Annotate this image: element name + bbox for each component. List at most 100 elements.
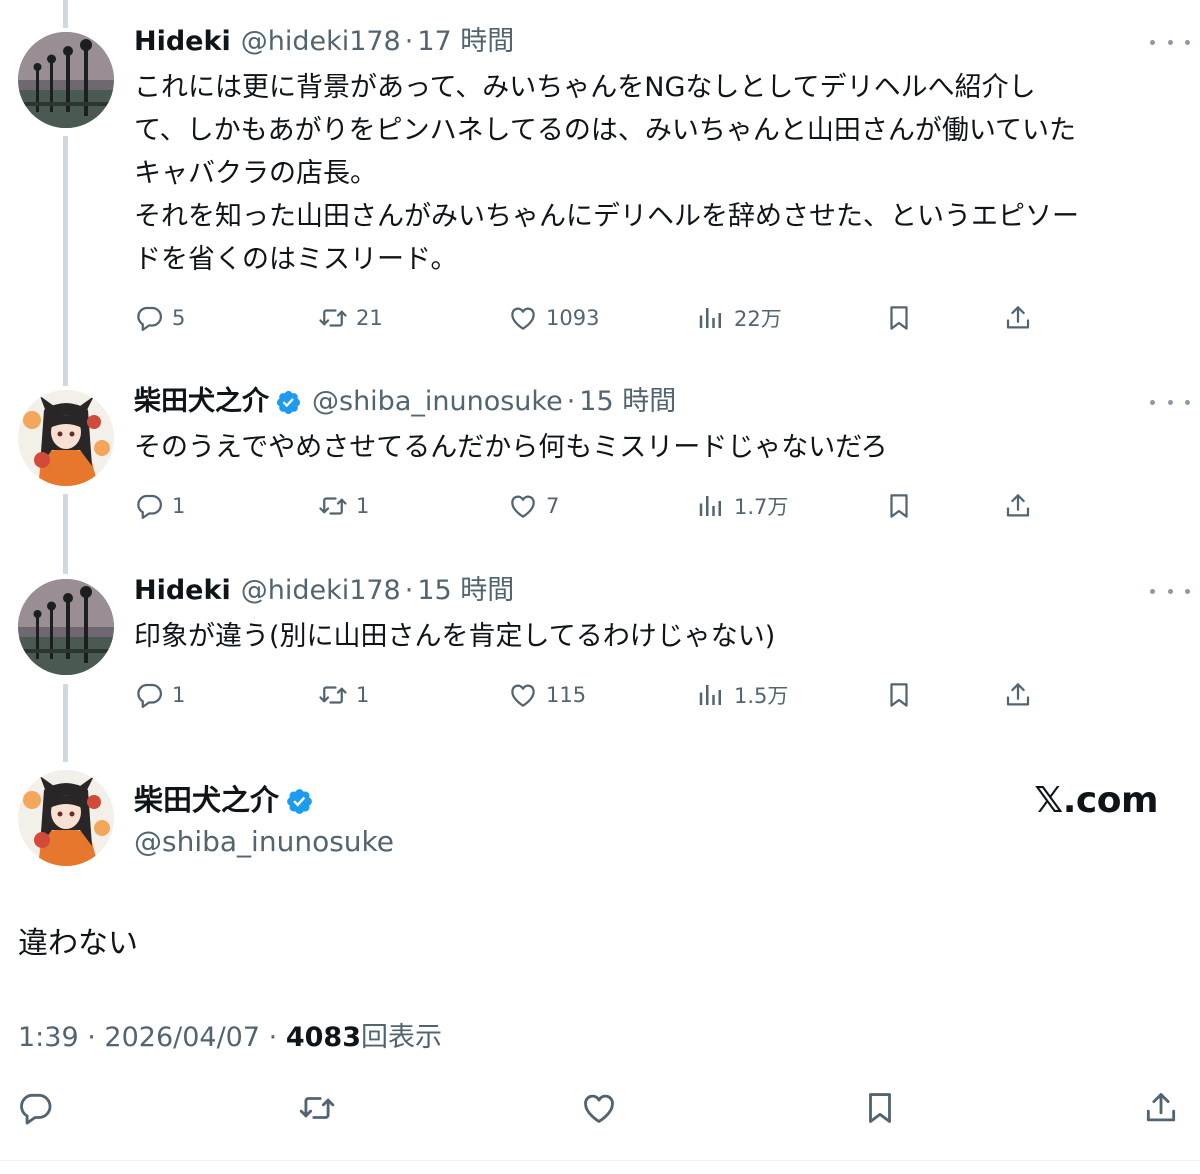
separator-dot: · <box>87 1022 96 1053</box>
like-button[interactable]: 115 <box>508 675 586 715</box>
reply-count: 5 <box>172 306 186 330</box>
views-icon <box>699 685 721 705</box>
timestamp[interactable]: 15 時間 <box>417 573 514 609</box>
post-date[interactable]: 2026/04/07 <box>104 1022 260 1053</box>
separator-dot: · <box>404 26 414 57</box>
like-icon <box>511 495 535 518</box>
bookmark-icon <box>890 683 908 707</box>
bookmark-icon <box>869 1093 891 1123</box>
tweet-meta: 1:39 · 2026/04/07 · 4083回表示 <box>18 1018 442 1058</box>
repost-button[interactable]: 21 <box>318 298 383 338</box>
share-button[interactable] <box>1003 675 1033 715</box>
reply-count: 1 <box>172 683 186 707</box>
bookmark-icon <box>890 494 908 518</box>
like-icon <box>511 307 535 330</box>
share-button[interactable] <box>1003 486 1033 526</box>
views-count: 1.7万 <box>734 495 789 519</box>
x-com-brand: 𝕏.com <box>1034 780 1158 821</box>
main-display-name[interactable]: 柴田犬之介 <box>134 780 279 820</box>
like-count: 7 <box>546 494 560 518</box>
display-name[interactable]: 柴田犬之介 <box>134 384 269 420</box>
tweet-text: これには更に背景があって、みいちゃんをNGなしとしてデリヘルへ紹介し て、しかも… <box>134 72 1079 275</box>
repost-count: 1 <box>356 494 370 518</box>
like-button[interactable] <box>580 1088 618 1128</box>
action-bar: 1 1 115 1.5万 <box>0 675 1040 715</box>
username[interactable]: @hideki178 <box>241 573 401 609</box>
repost-icon <box>319 686 347 704</box>
repost-button[interactable] <box>298 1088 336 1128</box>
main-action-bar <box>0 1088 1200 1132</box>
more-icon[interactable] <box>1150 32 1190 52</box>
reply-tweet[interactable]: Hideki @hideki178 · 15 時間 印象が違う(別に山田さんを肯… <box>0 573 1200 733</box>
display-name[interactable]: Hideki <box>134 573 231 609</box>
main-username[interactable]: @shiba_inunosuke <box>134 822 394 862</box>
tweet-thread-page: Hideki @hideki178 · 17 時間 これには更に背景があって、み… <box>0 0 1200 1174</box>
bookmark-icon <box>890 306 908 330</box>
more-icon[interactable] <box>1150 392 1190 412</box>
reply-tweet[interactable]: Hideki @hideki178 · 17 時間 これには更に背景があって、み… <box>0 24 1200 354</box>
avatar[interactable] <box>18 390 114 486</box>
bookmark-button[interactable] <box>884 298 914 338</box>
share-button[interactable] <box>1142 1088 1180 1128</box>
avatar[interactable] <box>18 32 114 128</box>
views-button[interactable]: 22万 <box>696 298 782 338</box>
username[interactable]: @hideki178 <box>241 24 401 60</box>
like-icon <box>584 1094 614 1123</box>
timestamp[interactable]: 17 時間 <box>417 24 514 60</box>
reply-icon <box>137 683 162 708</box>
views-icon <box>699 308 721 328</box>
repost-button[interactable]: 1 <box>318 675 369 715</box>
more-icon[interactable] <box>1150 581 1190 601</box>
main-avatar[interactable] <box>18 770 114 866</box>
view-label: 回表示 <box>360 1022 442 1053</box>
reply-button[interactable] <box>16 1088 54 1128</box>
views-button[interactable]: 1.5万 <box>696 675 788 715</box>
views-button[interactable]: 1.7万 <box>696 486 788 526</box>
repost-icon <box>319 309 347 327</box>
views-icon <box>699 496 721 516</box>
like-icon <box>511 684 535 707</box>
like-button[interactable]: 7 <box>508 486 559 526</box>
repost-count: 21 <box>356 306 383 330</box>
bookmark-button[interactable] <box>884 486 914 526</box>
share-icon <box>1006 306 1030 329</box>
tweet-text: 印象が違う(別に山田さんを肯定してるわけじゃない) <box>134 621 776 652</box>
verified-badge-icon <box>285 786 314 815</box>
reply-button[interactable]: 1 <box>134 675 185 715</box>
share-button[interactable] <box>1003 298 1033 338</box>
tweet-text: そのうえでやめさせてるんだから何もミスリードじゃないだろ <box>134 432 888 463</box>
like-count: 1093 <box>546 306 600 330</box>
views-count: 1.5万 <box>734 684 789 708</box>
verified-badge-icon <box>275 389 302 416</box>
like-button[interactable]: 1093 <box>508 298 599 338</box>
view-count: 4083 <box>285 1022 361 1053</box>
main-tweet-header: 柴田犬之介 @shiba_inunosuke <box>134 780 394 862</box>
share-icon <box>1146 1093 1176 1122</box>
share-icon <box>1006 494 1030 517</box>
share-icon <box>1006 683 1030 706</box>
reply-tweet[interactable]: 柴田犬之介 @shiba_inunosuke · 15 時間 そのうえでやめさせ… <box>0 384 1200 544</box>
display-name[interactable]: Hideki <box>134 24 231 60</box>
reply-icon <box>137 494 162 519</box>
repost-icon <box>319 497 347 515</box>
action-bar: 1 1 7 1.7万 <box>0 486 1040 526</box>
separator-dot: · <box>566 386 576 417</box>
timestamp[interactable]: 15 時間 <box>579 384 676 420</box>
bookmark-button[interactable] <box>884 675 914 715</box>
username[interactable]: @shiba_inunosuke <box>312 384 563 420</box>
separator-dot: · <box>268 1022 278 1053</box>
post-time[interactable]: 1:39 <box>18 1022 79 1053</box>
main-tweet-text: 違わない <box>18 926 138 961</box>
like-count: 115 <box>546 683 587 707</box>
avatar[interactable] <box>18 579 114 675</box>
action-bar: 5 21 1093 22万 <box>0 298 1040 338</box>
reply-button[interactable]: 5 <box>134 298 185 338</box>
views-count: 22万 <box>734 307 782 331</box>
repost-icon <box>299 1097 335 1119</box>
reply-icon <box>20 1093 52 1125</box>
bookmark-button[interactable] <box>861 1088 899 1128</box>
reply-button[interactable]: 1 <box>134 486 185 526</box>
repost-count: 1 <box>356 683 370 707</box>
reply-count: 1 <box>172 494 186 518</box>
repost-button[interactable]: 1 <box>318 486 369 526</box>
